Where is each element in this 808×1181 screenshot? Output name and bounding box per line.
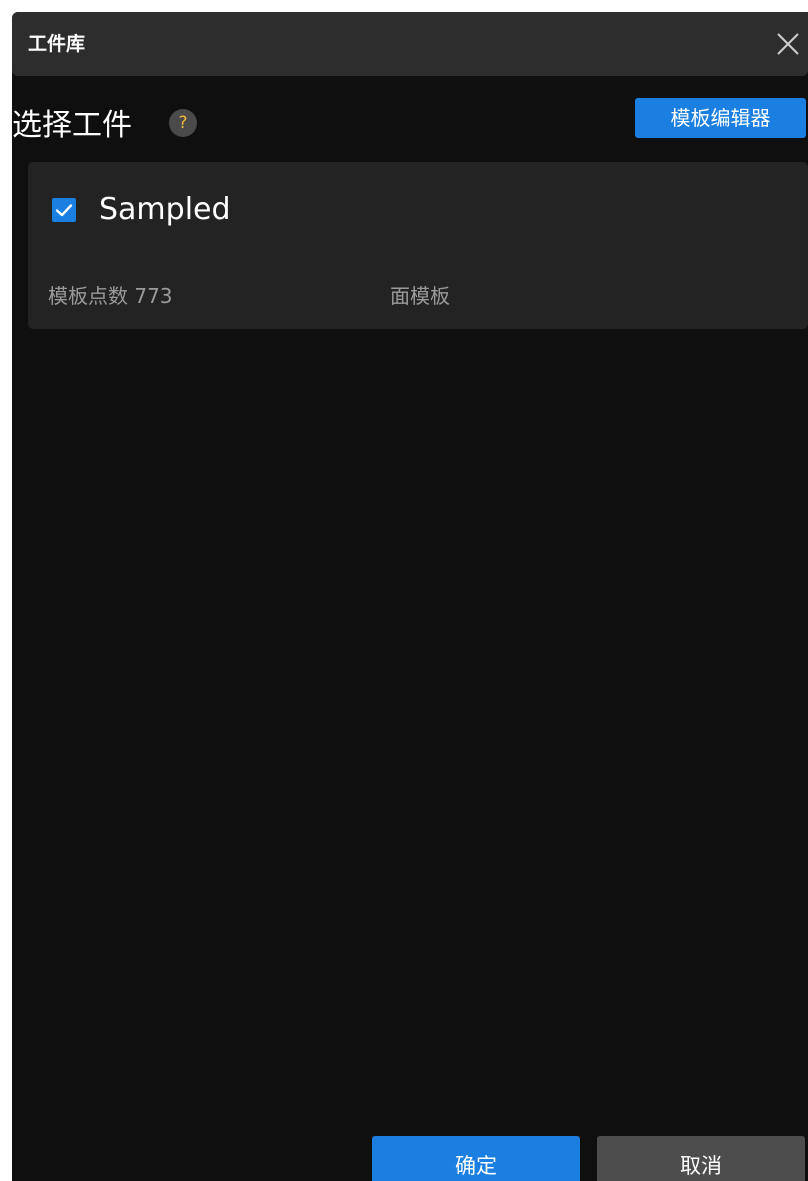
template-editor-button[interactable]: 模板编辑器 <box>635 98 806 138</box>
workpiece-checkbox[interactable] <box>52 198 76 222</box>
close-button[interactable] <box>772 28 804 60</box>
dialog-title: 工件库 <box>28 33 86 55</box>
workpiece-library-dialog: 工件库 选择工件 ? 模板编辑器 Sampled 模板点数 773 面模板 确定… <box>12 12 808 1181</box>
confirm-button[interactable]: 确定 <box>372 1136 580 1181</box>
dialog-titlebar: 工件库 <box>12 12 808 76</box>
checkmark-icon <box>55 204 73 217</box>
close-icon <box>777 33 799 55</box>
workpiece-name: Sampled <box>99 192 231 227</box>
template-points-label: 模板点数 773 <box>48 284 173 308</box>
help-icon[interactable]: ? <box>169 109 197 137</box>
section-title: 选择工件 <box>12 108 132 143</box>
template-type-label: 面模板 <box>390 284 450 308</box>
cancel-button[interactable]: 取消 <box>597 1136 805 1181</box>
workpiece-card[interactable]: Sampled 模板点数 773 面模板 <box>28 162 808 329</box>
